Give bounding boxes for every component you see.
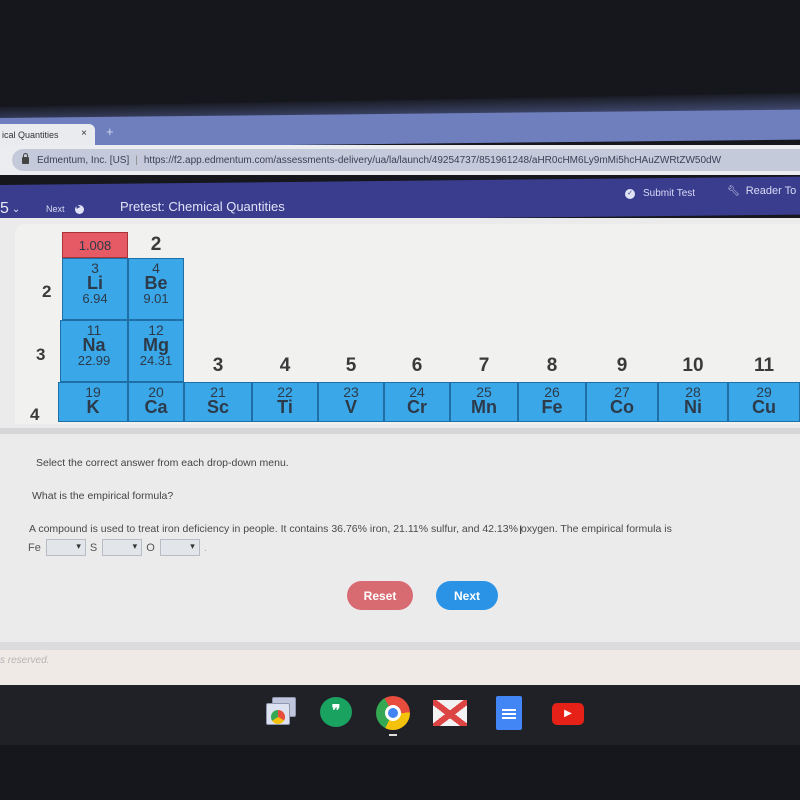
atomic-mass: 22.99 [77,353,111,368]
question-number: 5 [0,200,9,217]
page-title: Pretest: Chemical Quantities [120,199,285,214]
divider [0,428,800,434]
element-cell: 22 Ti [252,382,318,422]
tab-title: ical Quantities [2,130,59,140]
group-label: 10 [682,355,704,376]
element-cell: 21 Sc [184,382,252,422]
header-next-label: Next [46,204,65,214]
address-bar[interactable]: Edmentum, Inc. [US] | https://f2.app.edm… [12,149,800,171]
o-subscript-dropdown[interactable] [159,539,200,556]
url-text: https://f2.app.edmentum.com/assessments-… [143,154,722,166]
reader-tools-button[interactable]: 🔧︎ Reader To [727,185,796,197]
group-label: 9 [616,355,628,376]
instruction-text: Select the correct answer from each drop… [36,457,289,469]
element-symbol: Cu [752,397,776,417]
fe-label: Fe [28,541,41,554]
formula-end: . [203,541,207,554]
close-tab-icon[interactable]: × [81,128,87,139]
question-prompt: What is the empirical formula? [32,490,174,502]
atomic-mass: 6.94 [82,291,108,306]
element-cell: 24 Cr [384,382,450,422]
group-label: 8 [546,355,558,376]
reader-tools-label: Reader To [745,185,797,197]
running-indicator [389,734,397,736]
new-tab-button[interactable]: + [106,124,114,139]
element-hydrogen: 1.008 [62,232,128,258]
group-label: 4 [279,355,291,376]
element-symbol: Sc [206,397,230,417]
lock-icon [22,152,29,164]
period-label: 3 [36,345,46,364]
chevron-down-icon: ⌄ [11,203,21,215]
group-label: 5 [345,355,357,376]
site-identity: Edmentum, Inc. [US] [37,154,130,166]
group-label: 7 [478,355,490,376]
submit-test-label: Submit Test [643,188,696,199]
next-button[interactable]: Next [436,581,498,610]
youtube-app-icon[interactable]: ▶ [550,695,586,731]
element-cell: 25 Mn [450,382,518,422]
element-symbol: Mg [143,335,169,355]
atomic-mass: 9.01 [143,291,169,306]
footer [0,650,800,685]
element-mass: 1.008 [78,238,112,253]
element-cell: 29 Cu [728,382,800,422]
hangouts-app-icon[interactable]: ❞ [318,695,354,731]
atomic-mass: 24.31 [139,353,173,368]
group-label: 3 [212,355,224,376]
overview-app-icon[interactable] [262,695,298,731]
s-label: S [89,541,98,554]
group-label: 6 [411,355,423,376]
play-icon: ▶ [552,703,584,725]
question-stem: A compound is used to treat iron deficie… [29,523,672,535]
chrome-app-icon[interactable] [375,695,411,736]
reset-button[interactable]: Reset [347,581,413,610]
element-symbol: Be [144,273,168,293]
element-cell: 26 Fe [518,382,586,422]
element-cell: 3 Li 6.94 [62,258,128,320]
element-cell: 28 Ni [658,382,728,422]
quote-icon: ❞ [320,697,352,727]
element-symbol: V [344,397,357,417]
group-label: 2 [150,234,162,255]
element-cell: 20 Ca [128,382,184,422]
element-symbol: Na [82,335,106,355]
arrow-right-circle-icon [74,202,84,214]
fe-subscript-dropdown[interactable] [45,539,86,556]
period-label: 4 [30,405,40,424]
element-symbol: Ca [144,397,168,417]
o-label: O [146,541,155,554]
gmail-app-icon[interactable] [432,695,468,731]
docs-app-icon[interactable] [492,695,528,731]
element-symbol: Li [87,273,103,293]
element-symbol: K [86,397,100,417]
element-cell: 12 Mg 24.31 [128,320,184,382]
element-symbol: Mn [471,397,497,417]
element-cell: 19 K [58,382,128,422]
footer-divider [0,642,800,650]
check-circle-icon: ✓ [625,188,635,199]
group-label: 11 [753,355,775,376]
question-selector[interactable]: 5 ⌄ [0,200,20,218]
copyright-text: s reserved. [0,655,50,666]
element-cell: 11 Na 22.99 [60,320,128,382]
element-cell: 23 V [318,382,384,422]
screen: ical Quantities × + Edmentum, Inc. [US] … [0,0,800,800]
s-subscript-dropdown[interactable] [102,539,143,556]
header-next-button[interactable]: Next [46,202,84,214]
text-cursor-icon: I [519,523,523,537]
browser-tab[interactable]: ical Quantities × [0,124,95,146]
separator: | [135,154,138,166]
element-symbol: Fe [541,397,563,417]
element-symbol: Co [610,397,634,417]
formula-row: Fe S O . [28,539,207,556]
period-label: 2 [42,282,52,301]
element-cell: 27 Co [586,382,658,422]
wrench-icon: 🔧︎ [727,185,740,197]
element-symbol: Cr [406,397,427,417]
element-cell: 4 Be 9.01 [128,258,184,320]
element-symbol: Ni [684,397,702,417]
submit-test-button[interactable]: ✓ Submit Test [625,188,695,199]
element-symbol: Ti [277,397,293,417]
